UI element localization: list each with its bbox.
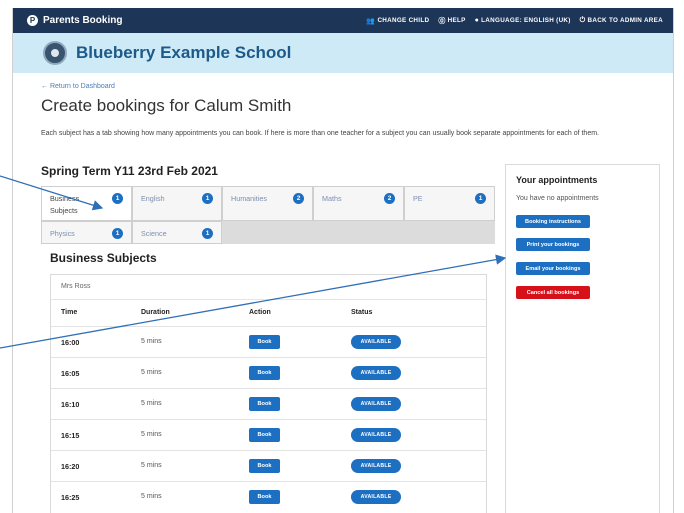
globe-icon: ●: [474, 17, 480, 24]
column-header-status: Status: [351, 309, 373, 316]
status-badge: AVAILABLE: [351, 459, 401, 473]
help-icon: ⓪: [438, 17, 446, 25]
book-button[interactable]: Book: [249, 397, 280, 411]
print-bookings-button[interactable]: Print your bookings: [516, 238, 590, 251]
slot-duration: 5 mins: [141, 462, 162, 469]
change-child-link[interactable]: 👥 CHANGE CHILD: [366, 16, 429, 26]
section-title: Business Subjects: [50, 251, 157, 265]
language-label: LANGUAGE: ENGLISH (UK): [481, 17, 571, 24]
table-row: 16:00 5 mins Book AVAILABLE: [51, 326, 486, 358]
status-badge: AVAILABLE: [351, 397, 401, 411]
appointments-title: Your appointments: [516, 175, 598, 185]
tab-label: Science: [141, 229, 167, 238]
appointments-table: Mrs Ross Time Duration Action Status 16:…: [50, 274, 487, 513]
tab-count-badge: 1: [475, 193, 486, 204]
table-row: 16:15 5 mins Book AVAILABLE: [51, 419, 486, 451]
tab-humanities[interactable]: Humanities 2: [222, 186, 313, 221]
status-badge: AVAILABLE: [351, 428, 401, 442]
book-button[interactable]: Book: [249, 459, 280, 473]
tab-label: PE: [413, 194, 423, 203]
email-bookings-button[interactable]: Email your bookings: [516, 262, 590, 275]
brand[interactable]: P Parents Booking: [27, 15, 122, 26]
school-logo-icon: [43, 41, 67, 65]
tab-pe[interactable]: PE 1: [404, 186, 495, 221]
slot-duration: 5 mins: [141, 338, 162, 345]
your-appointments-panel: Your appointments You have no appointmen…: [505, 164, 660, 513]
table-row: 16:20 5 mins Book AVAILABLE: [51, 450, 486, 482]
tab-maths[interactable]: Maths 2: [313, 186, 404, 221]
return-to-dashboard-link[interactable]: ← Return to Dashboard: [41, 83, 115, 90]
people-icon: 👥: [366, 17, 376, 25]
tab-label: English: [141, 194, 165, 203]
power-icon: ⏻: [579, 16, 586, 24]
book-button[interactable]: Book: [249, 335, 280, 349]
column-header-action: Action: [249, 309, 271, 316]
tab-physics[interactable]: Physics 1: [41, 221, 132, 244]
page-title: Create bookings for Calum Smith: [41, 96, 292, 115]
column-header-duration: Duration: [141, 309, 170, 316]
browser-page: P Parents Booking 👥 CHANGE CHILD ⓪ HELP …: [12, 8, 674, 513]
tab-count-badge: 2: [384, 193, 395, 204]
tab-count-badge: 1: [112, 193, 123, 204]
subject-tabs: Business Subjects 1 English 1 Humanities…: [41, 186, 495, 244]
book-button[interactable]: Book: [249, 490, 280, 504]
slot-time: 16:15: [61, 431, 80, 440]
slot-duration: 5 mins: [141, 431, 162, 438]
divider: [51, 299, 486, 300]
tab-business-subjects[interactable]: Business Subjects 1: [41, 186, 132, 221]
brand-name: Parents Booking: [43, 15, 123, 26]
status-badge: AVAILABLE: [351, 366, 401, 380]
column-header-time: Time: [61, 309, 78, 316]
slot-time: 16:10: [61, 400, 80, 409]
slot-duration: 5 mins: [141, 369, 162, 376]
tab-science[interactable]: Science 1: [132, 221, 222, 244]
status-badge: AVAILABLE: [351, 335, 401, 349]
language-link[interactable]: ● LANGUAGE: ENGLISH (UK): [475, 16, 571, 26]
slot-time: 16:00: [61, 338, 80, 347]
tab-count-badge: 1: [202, 193, 213, 204]
slot-duration: 5 mins: [141, 493, 162, 500]
tab-english[interactable]: English 1: [132, 186, 222, 221]
change-child-label: CHANGE CHILD: [377, 17, 430, 24]
no-appointments-text: You have no appointments: [516, 195, 599, 202]
tab-label: Business Subjects: [50, 194, 80, 215]
school-name: Blueberry Example School: [76, 43, 292, 62]
tab-count-badge: 1: [112, 228, 123, 239]
tab-count-badge: 2: [293, 193, 304, 204]
term-heading: Spring Term Y11 23rd Feb 2021: [41, 164, 218, 178]
table-row: 16:10 5 mins Book AVAILABLE: [51, 388, 486, 420]
tab-label: Physics: [50, 229, 75, 238]
tab-label: Maths: [322, 194, 342, 203]
slot-time: 16:25: [61, 493, 80, 502]
school-header: Blueberry Example School: [13, 33, 673, 73]
slot-time: 16:20: [61, 462, 80, 471]
top-nav: 👥 CHANGE CHILD ⓪ HELP ● LANGUAGE: ENGLIS…: [366, 16, 663, 26]
book-button[interactable]: Book: [249, 428, 280, 442]
booking-instructions-button[interactable]: Booking instructions: [516, 215, 590, 228]
back-to-admin-link[interactable]: ⏻ BACK TO ADMIN AREA: [580, 16, 663, 26]
table-row: 16:05 5 mins Book AVAILABLE: [51, 357, 486, 389]
book-button[interactable]: Book: [249, 366, 280, 380]
help-link[interactable]: ⓪ HELP: [438, 16, 465, 26]
slot-duration: 5 mins: [141, 400, 162, 407]
parents-booking-logo-icon: P: [27, 15, 38, 26]
help-label: HELP: [447, 17, 466, 24]
slot-time: 16:05: [61, 369, 80, 378]
top-bar: P Parents Booking 👥 CHANGE CHILD ⓪ HELP …: [13, 8, 673, 33]
back-to-admin-label: BACK TO ADMIN AREA: [587, 17, 663, 24]
teacher-name: Mrs Ross: [61, 283, 91, 290]
cancel-all-bookings-button[interactable]: Cancel all bookings: [516, 286, 590, 299]
tab-count-badge: 1: [202, 228, 213, 239]
intro-text: Each subject has a tab showing how many …: [41, 130, 599, 137]
table-row: 16:25 5 mins Book AVAILABLE: [51, 481, 486, 513]
status-badge: AVAILABLE: [351, 490, 401, 504]
tab-label: Humanities: [231, 194, 267, 203]
